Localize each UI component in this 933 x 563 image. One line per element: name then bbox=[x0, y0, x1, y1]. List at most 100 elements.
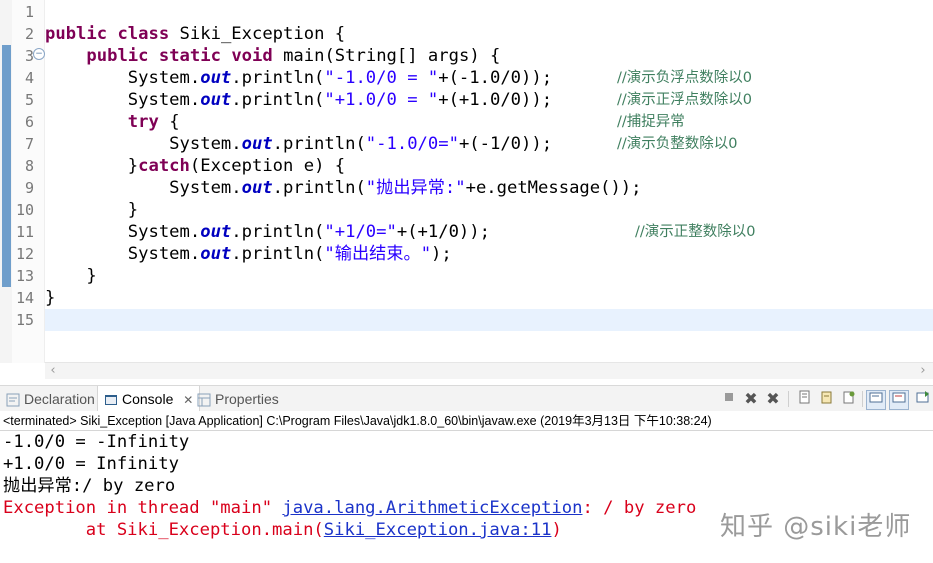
toolbar-separator bbox=[788, 391, 789, 407]
string-token: "抛出异常:" bbox=[365, 178, 466, 198]
code-token: } bbox=[45, 156, 139, 176]
console-text: Exception in thread "main" bbox=[3, 498, 283, 518]
code-line: public class Siki_Exception { bbox=[45, 23, 933, 45]
code-editor[interactable]: 1 2 3 4 5 6 7 8 9 10 11 12 13 14 15 public class Siki_… bbox=[0, 0, 933, 380]
line-number: 15 bbox=[15, 311, 34, 329]
terminate-icon[interactable] bbox=[720, 390, 738, 408]
code-token: .println( bbox=[231, 222, 325, 242]
code-token: .println( bbox=[272, 134, 366, 154]
stacktrace-link[interactable]: java.lang.ArithmeticException bbox=[282, 498, 582, 518]
code-token: +(+1.0/0)); bbox=[438, 90, 553, 110]
current-line bbox=[45, 309, 933, 331]
code-token: +(-1/0)); bbox=[458, 134, 553, 154]
keyword-token: class bbox=[117, 24, 170, 44]
code-line: public static void main(String[] args) { bbox=[45, 45, 933, 67]
line-number: 11 bbox=[15, 223, 34, 241]
stacktrace-link[interactable]: Siki_Exception.java:11 bbox=[324, 520, 552, 540]
scroll-right-icon[interactable]: › bbox=[915, 363, 931, 379]
remove-all-terminated-icon[interactable]: ✖ bbox=[764, 390, 782, 408]
code-line: } bbox=[45, 199, 933, 221]
view-tab-bar: Declaration Console ✕ Properties ✖ ✖ bbox=[0, 385, 933, 412]
keyword-token: catch bbox=[138, 156, 190, 176]
console-text: : / by zero bbox=[582, 498, 697, 518]
line-number: 13 bbox=[15, 267, 34, 285]
show-on-stderr-icon[interactable] bbox=[889, 390, 909, 410]
field-token: out bbox=[241, 134, 273, 154]
console-error-line: Exception in thread "main" java.lang.Ari… bbox=[3, 497, 696, 519]
code-line: System.out.println("输出结束。"); bbox=[45, 243, 933, 265]
line-number: 8 bbox=[24, 157, 34, 175]
keyword-token: try bbox=[127, 112, 159, 132]
code-line: }catch(Exception e) { bbox=[45, 155, 933, 177]
field-token: out bbox=[200, 68, 232, 88]
field-token: out bbox=[200, 244, 232, 264]
code-token: ); bbox=[431, 244, 452, 264]
line-number: 6 bbox=[24, 113, 34, 131]
code-line: System.out.println("-1.0/0 = "+(-1.0/0))… bbox=[45, 67, 933, 89]
code-token: System. bbox=[45, 222, 201, 242]
declaration-icon bbox=[6, 393, 20, 407]
code-line: try {//捕捉异常 bbox=[45, 111, 933, 133]
keyword-token: public bbox=[45, 24, 108, 44]
fold-collapse-icon[interactable]: − bbox=[33, 48, 45, 60]
pin-console-icon[interactable] bbox=[840, 390, 858, 408]
code-line: } bbox=[45, 265, 933, 287]
clear-console-icon[interactable] bbox=[818, 390, 836, 408]
code-token: +(+1/0)); bbox=[396, 222, 490, 242]
line-number: 10 bbox=[15, 201, 34, 219]
code-token: { bbox=[158, 112, 180, 132]
code-token: .println( bbox=[231, 90, 325, 110]
line-number: 1 bbox=[24, 3, 34, 21]
keyword-token: public bbox=[86, 46, 149, 66]
console-status-line: <terminated> Siki_Exception [Java Applic… bbox=[0, 411, 933, 431]
line-number: 12 bbox=[15, 245, 34, 263]
show-on-stdout-icon[interactable] bbox=[866, 390, 886, 410]
code-token: Siki_Exception { bbox=[169, 24, 346, 44]
change-marker bbox=[2, 45, 11, 287]
tab-label: Declaration bbox=[24, 391, 95, 407]
code-token: main(String[] args) { bbox=[272, 46, 501, 66]
field-token: out bbox=[200, 222, 232, 242]
code-token: .println( bbox=[231, 244, 325, 264]
code-line: System.out.println("+1/0="+(+1/0)); //演示正… bbox=[45, 221, 933, 243]
code-token: System. bbox=[45, 244, 201, 264]
code-token: .println( bbox=[272, 178, 366, 198]
watermark: 知乎 @siki老师 bbox=[720, 512, 912, 542]
remove-launch-icon[interactable]: ✖ bbox=[742, 390, 760, 408]
console-text: at Siki_Exception.main( bbox=[3, 520, 324, 540]
code-token: System. bbox=[45, 68, 201, 88]
string-token: "+1.0/0 = " bbox=[324, 90, 439, 110]
code-line: System.out.println("-1.0/0="+(-1/0)); //演… bbox=[45, 133, 933, 155]
tab-properties[interactable]: Properties bbox=[191, 386, 285, 412]
string-token: "输出结束。" bbox=[324, 244, 432, 264]
keyword-token: static bbox=[158, 46, 221, 66]
line-number: 14 bbox=[15, 289, 34, 307]
scroll-left-icon[interactable]: ‹ bbox=[45, 363, 61, 379]
code-token: .println( bbox=[231, 68, 325, 88]
code-token: (Exception e) { bbox=[189, 156, 346, 176]
console-error-line: at Siki_Exception.main(Siki_Exception.ja… bbox=[3, 519, 562, 541]
console-output-line: -1.0/0 = -Infinity bbox=[3, 432, 190, 452]
string-token: "+1/0=" bbox=[324, 222, 397, 242]
code-token: +(-1.0/0)); bbox=[438, 68, 553, 88]
console-output-line: +1.0/0 = Infinity bbox=[3, 454, 179, 474]
toolbar-separator bbox=[862, 391, 863, 407]
tab-console[interactable]: Console ✕ bbox=[97, 386, 201, 412]
code-token: } bbox=[45, 266, 97, 286]
code-comment: //演示负浮点数除以0 bbox=[617, 70, 752, 86]
line-number: 7 bbox=[24, 135, 34, 153]
open-console-icon[interactable] bbox=[914, 390, 932, 408]
code-token: +e.getMessage()); bbox=[465, 178, 642, 198]
code-line: } bbox=[45, 287, 933, 309]
code-line: System.out.println("抛出异常:"+e.getMessage(… bbox=[45, 177, 933, 199]
tab-declaration[interactable]: Declaration bbox=[0, 386, 101, 412]
console-output-line: 抛出异常:/ by zero bbox=[3, 476, 176, 496]
line-number: 4 bbox=[24, 69, 34, 87]
code-token: System. bbox=[45, 178, 242, 198]
horizontal-scrollbar[interactable]: ‹ › bbox=[45, 362, 933, 379]
scroll-lock-icon[interactable] bbox=[796, 390, 814, 408]
